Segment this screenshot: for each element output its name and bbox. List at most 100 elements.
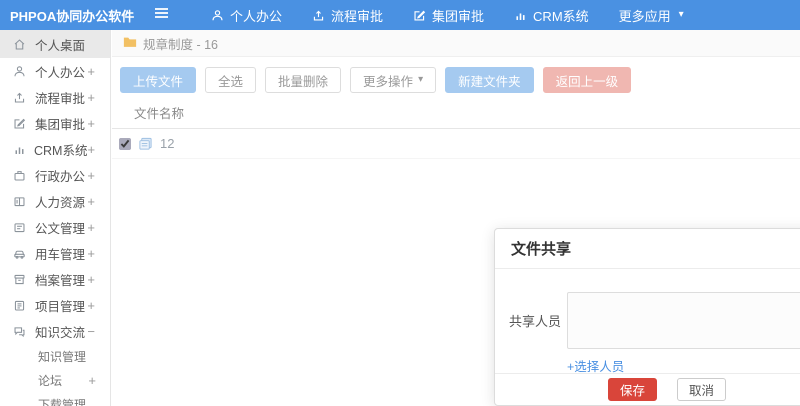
flow-approval-icon: [312, 9, 325, 22]
top-bar: PHPOA协同办公软件 个人办公 流程审批 集团审批 CRM系统 更多应用 ▾: [0, 0, 800, 30]
sidebar-item-personal-office[interactable]: 个人办公 +: [0, 58, 110, 84]
file-table: 文件名称 12: [112, 103, 800, 159]
sidebar-item-label: 项目管理: [35, 299, 86, 314]
sidebar-item-crm[interactable]: CRM系统 +: [0, 136, 110, 162]
chat-bubbles-icon: [13, 324, 27, 338]
document-icon: [13, 220, 27, 234]
modal-title: 文件共享: [495, 229, 800, 269]
book-columns-icon: [13, 194, 27, 208]
file-doc-icon: [138, 136, 153, 151]
bar-chart-icon: [13, 142, 26, 156]
topnav-label: 集团审批: [432, 8, 485, 24]
sidebar: 个人桌面 个人办公 + 流程审批 + 集团审批 + CRM系统 + 行政办公 +…: [0, 30, 111, 406]
flow-approval-icon: [13, 90, 27, 104]
sidebar-item-vehicle-mgmt[interactable]: 用车管理 +: [0, 240, 110, 266]
sidebar-item-document-mgmt[interactable]: 公文管理 +: [0, 214, 110, 240]
sidebar-item-label: 人力资源: [35, 195, 86, 210]
hamburger-menu-button[interactable]: [144, 6, 178, 24]
topnav-crm[interactable]: CRM系统: [499, 0, 604, 30]
caret-down-icon: ▾: [418, 74, 424, 85]
expand-toggle[interactable]: +: [87, 194, 110, 209]
more-actions-button[interactable]: 更多操作 ▾: [350, 67, 437, 93]
sidebar-item-label: 档案管理: [35, 273, 86, 288]
expand-toggle[interactable]: +: [88, 373, 110, 388]
share-people-label: 共享人员: [509, 314, 562, 329]
sidebar-item-flow-approval[interactable]: 流程审批 +: [0, 84, 110, 110]
sidebar-item-label: CRM系统: [34, 143, 88, 158]
sidebar-subitem-label: 论坛: [38, 373, 63, 388]
sidebar-item-admin-office[interactable]: 行政办公 +: [0, 162, 110, 188]
expand-toggle[interactable]: +: [87, 220, 110, 235]
file-name-column-header: 文件名称: [134, 107, 185, 121]
toolbar: 上传文件 全选 批量删除 更多操作 ▾ 新建文件夹 返回上一级: [112, 57, 800, 103]
topnav-label: 流程审批: [331, 8, 384, 24]
topnav-group-approval[interactable]: 集团审批: [398, 0, 499, 30]
sidebar-item-hr[interactable]: 人力资源 +: [0, 188, 110, 214]
user-icon: [211, 9, 224, 22]
expand-toggle[interactable]: +: [87, 116, 110, 131]
sidebar-subitem-label: 下载管理: [38, 397, 87, 406]
user-icon: [13, 64, 27, 78]
share-people-input[interactable]: [567, 292, 800, 349]
modal-footer: 保存 取消: [495, 373, 800, 405]
expand-toggle[interactable]: +: [87, 90, 110, 105]
edit-square-icon: [13, 116, 27, 130]
clipboard-icon: [13, 298, 27, 312]
folder-icon: [123, 36, 137, 51]
expand-toggle[interactable]: +: [87, 272, 110, 287]
cancel-button[interactable]: 取消: [677, 378, 727, 401]
file-table-header: 文件名称: [112, 103, 800, 129]
sidebar-item-group-approval[interactable]: 集团审批 +: [0, 110, 110, 136]
table-row[interactable]: 12: [112, 129, 800, 159]
sidebar-item-label: 知识交流: [35, 325, 86, 340]
upload-file-button[interactable]: 上传文件: [120, 67, 197, 93]
topnav-label: 更多应用: [618, 8, 671, 24]
topnav-more-apps[interactable]: 更多应用 ▾: [604, 0, 699, 30]
breadcrumb: 规章制度 - 16: [112, 30, 800, 57]
topnav-label: CRM系统: [533, 8, 589, 24]
sidebar-item-label: 行政办公: [35, 169, 86, 184]
briefcase-icon: [13, 168, 27, 182]
expand-toggle[interactable]: +: [87, 142, 110, 157]
expand-toggle[interactable]: +: [87, 298, 110, 313]
topnav-personal-office[interactable]: 个人办公: [196, 0, 297, 30]
file-name[interactable]: 12: [160, 136, 174, 151]
breadcrumb-label: 规章制度 - 16: [143, 37, 219, 52]
sidebar-subitem-forum[interactable]: 论坛 +: [0, 368, 110, 392]
bar-chart-icon: [514, 9, 527, 22]
modal-body: 共享人员: [495, 269, 800, 349]
topnav-flow-approval[interactable]: 流程审批: [297, 0, 398, 30]
more-actions-label: 更多操作: [363, 74, 414, 89]
hamburger-icon: [154, 6, 169, 24]
app-window: PHPOA协同办公软件 个人办公 流程审批 集团审批 CRM系统 更多应用 ▾ …: [0, 0, 800, 406]
sidebar-item-project-mgmt[interactable]: 项目管理 +: [0, 292, 110, 318]
sidebar-item-label: 个人桌面: [35, 38, 86, 53]
expand-toggle[interactable]: +: [87, 246, 110, 261]
select-all-button[interactable]: 全选: [205, 67, 257, 93]
sidebar-item-label: 个人办公: [35, 65, 86, 80]
top-navigation: 个人办公 流程审批 集团审批 CRM系统 更多应用 ▾: [196, 0, 699, 30]
expand-toggle[interactable]: +: [87, 64, 110, 79]
sidebar-item-label: 公文管理: [35, 221, 86, 236]
home-icon: [13, 37, 27, 51]
topnav-label: 个人办公: [230, 8, 283, 24]
expand-toggle[interactable]: +: [87, 168, 110, 183]
file-share-modal: 文件共享 共享人员 +选择人员 保存 取消: [494, 228, 800, 406]
sidebar-item-personal-desktop[interactable]: 个人桌面: [0, 30, 110, 58]
batch-delete-button[interactable]: 批量删除: [265, 67, 342, 93]
new-folder-button[interactable]: 新建文件夹: [445, 67, 534, 93]
edit-square-icon: [413, 9, 426, 22]
sidebar-item-label: 用车管理: [35, 247, 86, 262]
row-checkbox[interactable]: [119, 137, 131, 150]
sidebar-subitem-knowledge-mgmt[interactable]: 知识管理: [0, 344, 110, 368]
go-up-level-button[interactable]: 返回上一级: [542, 67, 632, 93]
chevron-down-icon: ▾: [678, 9, 684, 20]
sidebar-item-archive-mgmt[interactable]: 档案管理 +: [0, 266, 110, 292]
archive-icon: [13, 272, 27, 286]
car-icon: [13, 246, 27, 260]
sidebar-subitem-download-mgmt[interactable]: 下载管理: [0, 392, 110, 406]
sidebar-item-knowledge-exchange[interactable]: 知识交流 −: [0, 318, 110, 344]
save-button[interactable]: 保存: [607, 378, 657, 401]
collapse-toggle[interactable]: −: [87, 324, 110, 339]
app-logo: PHPOA协同办公软件: [10, 8, 135, 24]
